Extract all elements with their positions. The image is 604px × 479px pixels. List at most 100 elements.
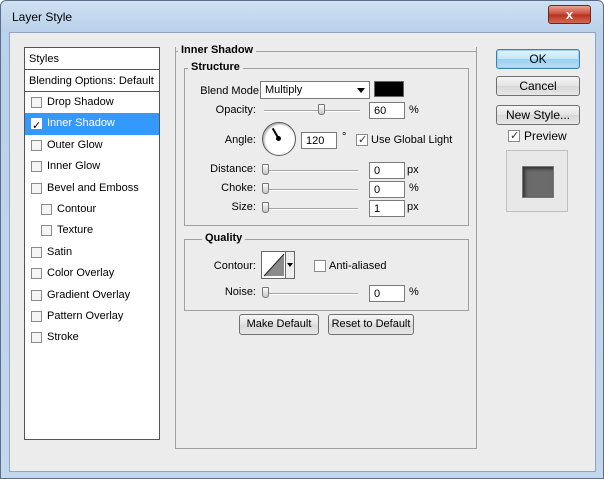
style-item-checkbox[interactable] [31,182,42,194]
opacity-slider[interactable] [264,104,360,116]
style-item-label: Contour [57,202,97,215]
style-item-contour[interactable]: Contour [25,199,159,220]
style-item-label: Color Overlay [47,267,115,280]
blending-options-item[interactable]: Blending Options: Default [25,70,159,92]
choke-slider[interactable] [262,183,358,195]
blend-mode-select[interactable]: Multiply [260,81,370,99]
style-item-satin[interactable]: Satin [25,242,159,263]
style-item-label: Inner Shadow [47,117,115,130]
choke-input[interactable]: 0 [369,181,405,198]
quality-group [184,239,469,311]
noise-unit: % [409,286,419,298]
distance-slider-thumb[interactable] [262,164,269,175]
style-item-checkbox[interactable] [41,203,52,215]
make-default-button[interactable]: Make Default [239,314,319,335]
noise-slider[interactable] [262,287,358,299]
shadow-color-swatch[interactable] [374,81,404,97]
angle-dial[interactable] [262,122,296,156]
style-item-drop-shadow[interactable]: Drop Shadow [25,92,159,113]
style-item-checkbox[interactable] [31,97,42,108]
style-item-pattern-overlay[interactable]: Pattern Overlay [25,306,159,327]
preview-label[interactable]: Preview [524,129,567,143]
angle-input[interactable]: 120 [301,132,337,149]
style-item-checkbox[interactable] [31,289,42,301]
style-item-checkbox[interactable] [41,225,52,237]
preview-swatch [522,166,554,198]
style-item-checkbox[interactable]: ✓ [31,118,42,132]
quality-title: Quality [202,232,246,244]
new-style-button[interactable]: New Style... [496,105,580,125]
angle-unit: ° [342,131,347,143]
inner-shadow-title: Inner Shadow [178,44,257,56]
style-item-checkbox[interactable] [31,139,42,151]
opacity-input[interactable]: 60 [369,102,405,119]
contour-dropdown-arrow[interactable] [285,251,295,279]
preview-checkbox[interactable]: ✓ [508,130,520,142]
choke-unit: % [409,182,419,194]
anti-aliased-label[interactable]: Anti-aliased [329,260,386,272]
size-unit: px [407,201,419,213]
style-item-checkbox[interactable] [31,332,42,344]
use-global-light-checkbox[interactable]: ✓ [356,134,368,146]
style-item-checkbox[interactable] [31,268,42,280]
style-item-texture[interactable]: Texture [25,220,159,241]
noise-slider-track [262,293,358,295]
style-item-label: Outer Glow [47,138,103,151]
title-bar[interactable]: Layer Style x [1,1,603,35]
size-input[interactable]: 1 [369,200,405,217]
style-item-gradient-overlay[interactable]: Gradient Overlay [25,285,159,306]
close-button[interactable]: x [548,5,591,24]
anti-aliased-checkbox[interactable] [314,260,326,272]
noise-label: Noise: [224,286,256,298]
size-slider-thumb[interactable] [262,202,269,213]
style-item-inner-shadow[interactable]: ✓ Inner Shadow [25,113,159,135]
style-item-outer-glow[interactable]: Outer Glow [25,135,159,156]
structure-title: Structure [188,61,243,73]
reset-to-default-button[interactable]: Reset to Default [328,314,414,335]
blend-mode-value: Multiply [265,84,303,96]
style-item-label: Drop Shadow [47,96,114,108]
opacity-slider-track [264,110,360,112]
opacity-slider-thumb[interactable] [318,104,325,115]
style-item-checkbox[interactable] [31,246,42,258]
distance-slider[interactable] [262,164,358,176]
noise-input[interactable]: 0 [369,285,405,302]
distance-slider-track [262,170,358,172]
style-item-label: Stroke [47,331,79,344]
contour-picker[interactable] [261,251,295,279]
blend-mode-label: Blend Mode: [200,85,262,97]
cancel-button[interactable]: Cancel [496,76,580,96]
use-global-light-label[interactable]: Use Global Light [371,134,452,146]
style-item-bevel-and-emboss[interactable]: Bevel and Emboss [25,178,159,199]
layer-style-dialog: Layer Style x Styles Blending Options: D… [0,0,604,479]
opacity-unit: % [409,104,419,116]
styles-list: Styles Blending Options: Default Drop Sh… [24,47,160,440]
styles-header[interactable]: Styles [25,48,159,70]
style-item-checkbox[interactable] [31,161,42,173]
size-slider[interactable] [262,202,358,214]
choke-label: Choke: [221,182,256,194]
distance-input[interactable]: 0 [369,162,405,179]
checkmark-icon: ✓ [510,130,520,142]
style-item-label: Inner Glow [47,160,101,173]
size-slider-track [262,208,358,210]
style-items: Drop Shadow ✓ Inner Shadow Outer Glow Inner … [25,92,159,349]
distance-unit: px [407,164,419,176]
style-item-color-overlay[interactable]: Color Overlay [25,263,159,284]
style-item-label: Pattern Overlay [47,309,124,322]
chevron-down-icon [357,88,365,93]
style-preview [506,150,568,212]
style-item-stroke[interactable]: Stroke [25,327,159,348]
style-item-label: Satin [47,245,73,258]
opacity-label: Opacity: [215,104,256,116]
contour-curve-icon [263,253,285,277]
style-item-label: Gradient Overlay [47,288,131,301]
choke-slider-thumb[interactable] [262,183,269,194]
noise-slider-thumb[interactable] [262,287,269,298]
style-item-checkbox[interactable] [31,310,42,322]
style-item-label: Texture [57,224,94,237]
choke-slider-track [262,189,358,191]
ok-button[interactable]: OK [496,49,580,69]
checkmark-icon: ✓ [358,134,368,146]
style-item-inner-glow[interactable]: Inner Glow [25,156,159,177]
